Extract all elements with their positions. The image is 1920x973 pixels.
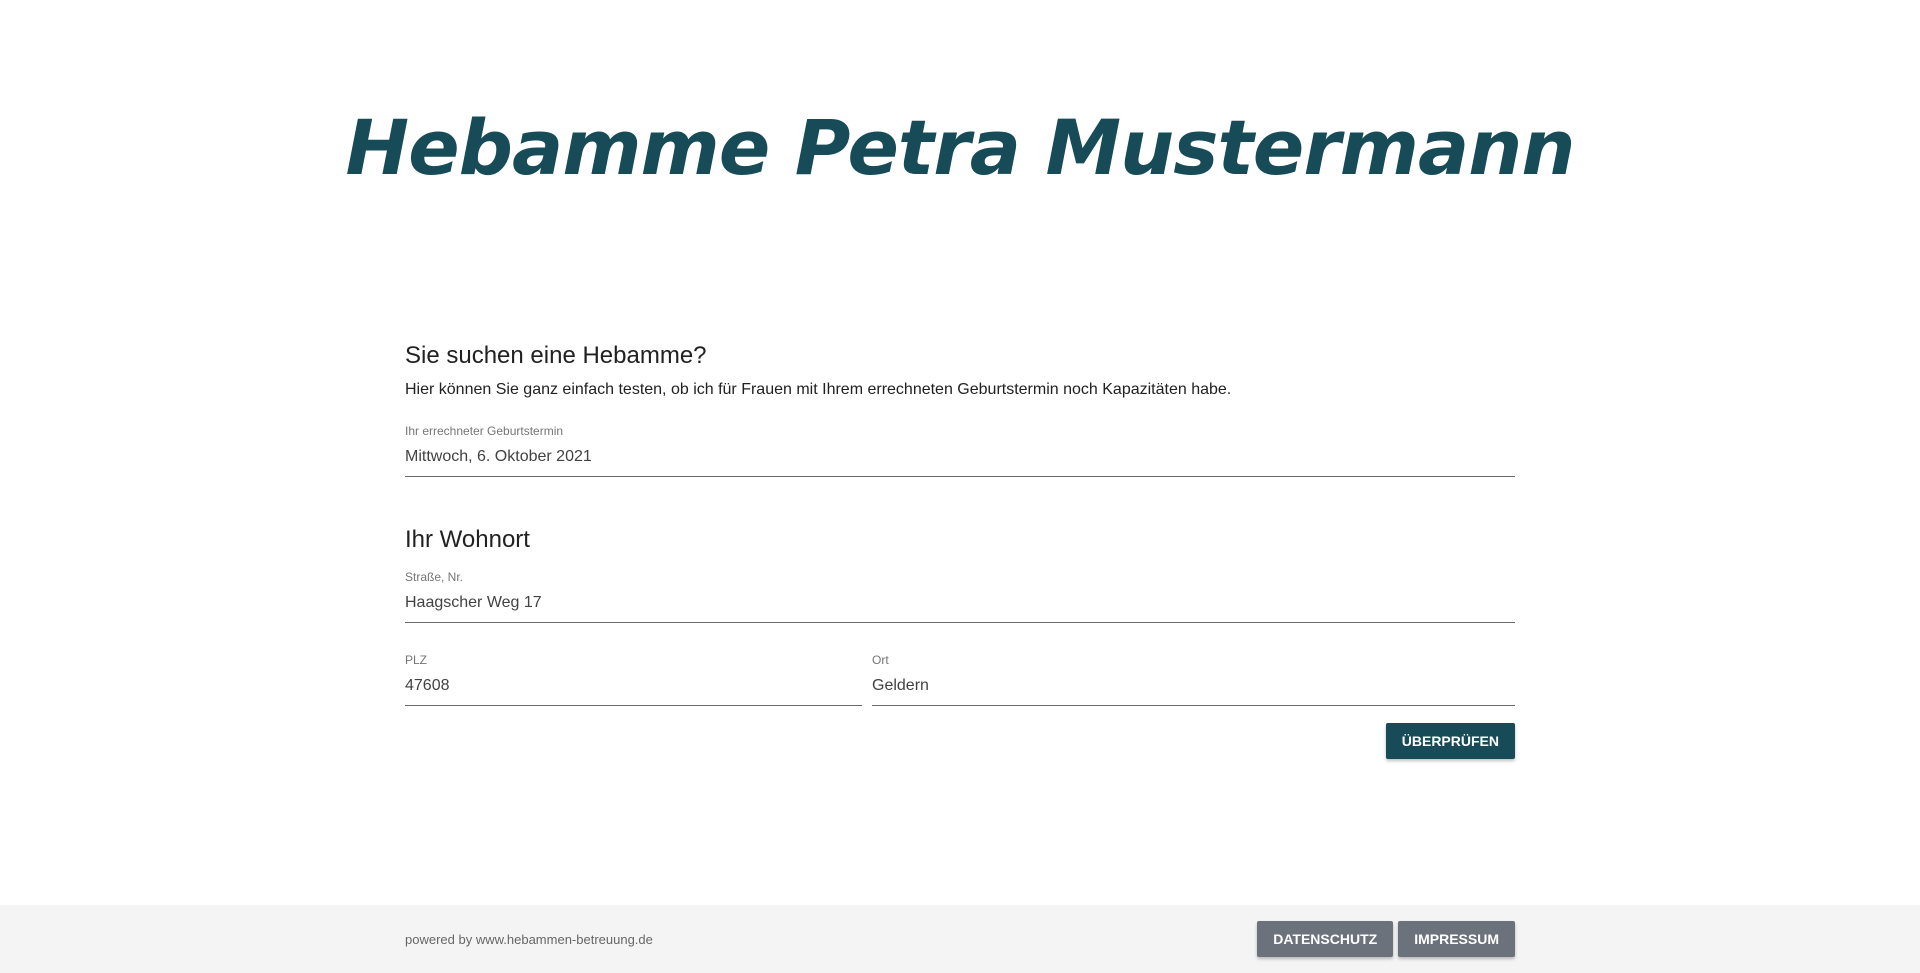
intro-text: Hier können Sie ganz einfach testen, ob … (405, 381, 1232, 398)
powered-by-text: powered by www.hebammen-betreuung.de (405, 931, 653, 947)
search-heading: Sie suchen eine Hebamme? (405, 342, 707, 369)
due-date-label: Ihr errechneter Geburtstermin (405, 424, 564, 438)
street-label: Straße, Nr. (405, 570, 464, 584)
footer-buttons: DATENSCHUTZ IMPRESSUM (1257, 921, 1515, 957)
city-field[interactable]: Ort (872, 653, 1515, 706)
site-title: Hebamme Petra Mustermann (345, 103, 1576, 192)
city-input[interactable] (872, 667, 1515, 705)
footer: powered by www.hebammen-betreuung.de DAT… (0, 905, 1920, 973)
zip-label: PLZ (405, 653, 428, 667)
residence-heading: Ihr Wohnort (405, 526, 530, 553)
due-date-field[interactable]: Ihr errechneter Geburtstermin (405, 424, 1515, 477)
privacy-button[interactable]: DATENSCHUTZ (1257, 921, 1394, 957)
street-field[interactable]: Straße, Nr. (405, 570, 1515, 623)
check-button[interactable]: ÜBERPRÜFEN (1385, 723, 1515, 759)
zip-city-row: PLZ Ort (405, 653, 1515, 706)
zip-field[interactable]: PLZ (405, 653, 862, 706)
due-date-input[interactable] (405, 438, 1515, 476)
zip-input[interactable] (405, 667, 862, 705)
footer-inner: powered by www.hebammen-betreuung.de DAT… (405, 921, 1515, 957)
imprint-button[interactable]: IMPRESSUM (1398, 921, 1515, 957)
city-label: Ort (872, 653, 889, 667)
form-actions: ÜBERPRÜFEN (405, 723, 1515, 759)
main-content: Sie suchen eine Hebamme? Hier können Sie… (405, 338, 1515, 759)
street-input[interactable] (405, 584, 1515, 622)
page: Hebamme Petra Mustermann Sie suchen eine… (0, 0, 1920, 973)
